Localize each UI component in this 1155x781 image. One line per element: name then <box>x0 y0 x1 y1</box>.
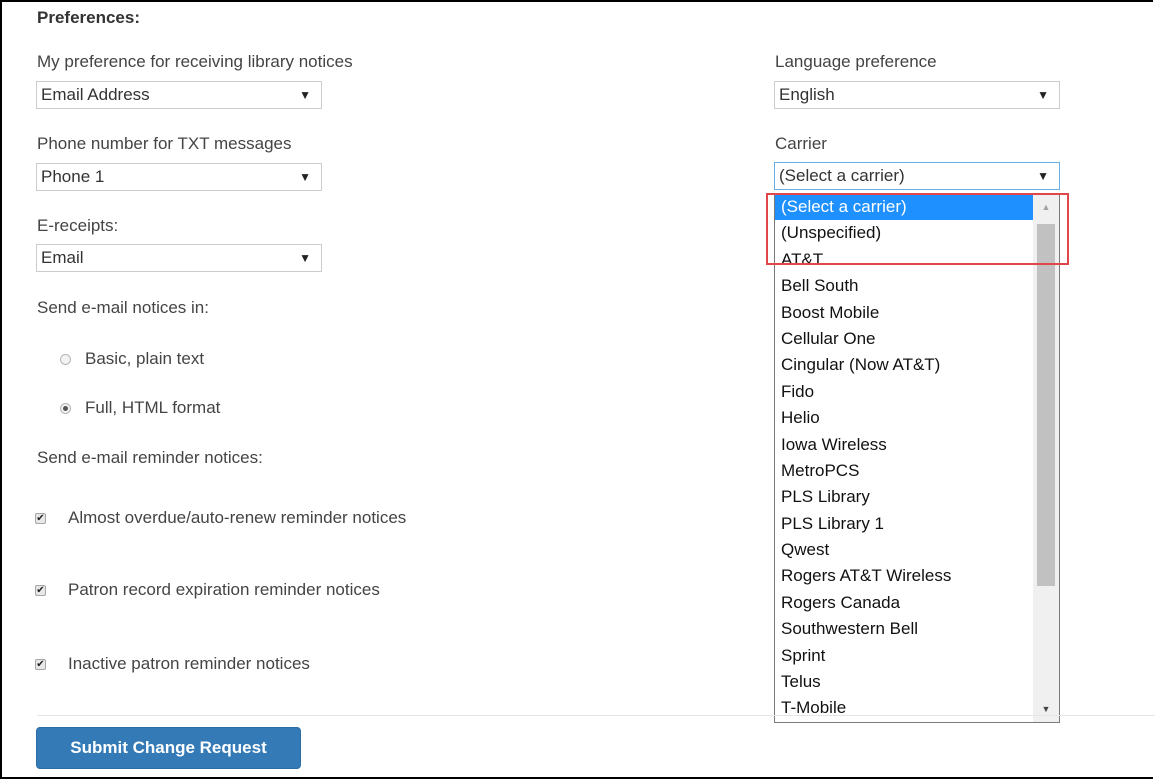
notice-preference-label: My preference for receiving library noti… <box>37 52 353 71</box>
carrier-option[interactable]: Cellular One <box>775 326 1059 352</box>
checkbox-expiration-reminder[interactable]: ✔ Patron record expiration reminder noti… <box>35 580 380 600</box>
submit-change-request-button[interactable]: Submit Change Request <box>36 727 301 769</box>
carrier-options: (Select a carrier) (Unspecified) AT&T Bell … <box>775 194 1059 722</box>
reminder-notices-label: Send e-mail reminder notices: <box>37 448 263 467</box>
carrier-option[interactable]: PLS Library <box>775 484 1059 510</box>
notice-preference-select[interactable]: Email Address ▼ <box>36 81 322 109</box>
checkbox-overdue-reminder[interactable]: ✔ Almost overdue/auto-renew reminder not… <box>35 508 406 528</box>
dropdown-arrow-icon: ▼ <box>1037 169 1049 183</box>
divider <box>37 715 1155 716</box>
carrier-option[interactable]: Boost Mobile <box>775 300 1059 326</box>
phone-txt-select[interactable]: Phone 1 ▼ <box>36 163 322 191</box>
phone-txt-label: Phone number for TXT messages <box>37 134 292 153</box>
scrollbar-thumb[interactable] <box>1037 224 1055 586</box>
dropdown-arrow-icon: ▼ <box>299 251 311 265</box>
carrier-option[interactable]: Helio <box>775 405 1059 431</box>
radio-button[interactable] <box>60 353 71 365</box>
dropdown-arrow-icon: ▼ <box>299 170 311 184</box>
ereceipts-label: E-receipts: <box>37 216 119 235</box>
highlight-box <box>766 193 1069 265</box>
carrier-option[interactable]: Fido <box>775 379 1059 405</box>
radio-basic-text-label: Basic, plain text <box>85 349 205 368</box>
preferences-heading: Preferences: <box>37 8 141 27</box>
carrier-option[interactable]: Rogers AT&T Wireless <box>775 563 1059 589</box>
radio-html-format[interactable]: Full, HTML format <box>60 398 220 418</box>
carrier-option[interactable]: Bell South <box>775 273 1059 299</box>
language-select[interactable]: English ▼ <box>774 81 1060 109</box>
radio-button[interactable] <box>60 402 71 414</box>
ereceipts-value: Email <box>41 248 84 267</box>
dropdown-arrow-icon: ▼ <box>299 88 311 102</box>
inactive-reminder-label: Inactive patron reminder notices <box>68 654 310 673</box>
carrier-option[interactable]: T-Mobile <box>775 695 1059 721</box>
checkbox-inactive-reminder[interactable]: ✔ Inactive patron reminder notices <box>35 654 310 674</box>
carrier-option[interactable]: Sprint <box>775 643 1059 669</box>
carrier-select[interactable]: (Select a carrier) ▼ <box>774 162 1060 190</box>
carrier-option[interactable]: PLS Library 1 <box>775 511 1059 537</box>
carrier-option[interactable]: Iowa Wireless <box>775 432 1059 458</box>
checkbox[interactable]: ✔ <box>35 512 46 524</box>
ereceipts-select[interactable]: Email ▼ <box>36 244 322 272</box>
carrier-option[interactable]: Qwest <box>775 537 1059 563</box>
carrier-label: Carrier <box>775 134 827 153</box>
carrier-option[interactable]: Telus <box>775 669 1059 695</box>
dropdown-arrow-icon: ▼ <box>1037 88 1049 102</box>
checkbox[interactable]: ✔ <box>35 584 46 596</box>
overdue-reminder-label: Almost overdue/auto-renew reminder notic… <box>68 508 407 527</box>
carrier-option[interactable]: Southwestern Bell <box>775 616 1059 642</box>
carrier-option[interactable]: Cingular (Now AT&T) <box>775 352 1059 378</box>
notice-preference-value: Email Address <box>41 85 150 104</box>
carrier-dropdown-list[interactable]: (Select a carrier) (Unspecified) AT&T Bell … <box>774 193 1060 723</box>
radio-basic-text[interactable]: Basic, plain text <box>60 349 204 369</box>
email-format-label: Send e-mail notices in: <box>37 298 209 317</box>
language-value: English <box>779 85 835 104</box>
checkbox[interactable]: ✔ <box>35 658 46 670</box>
phone-txt-value: Phone 1 <box>41 167 105 186</box>
expiration-reminder-label: Patron record expiration reminder notice… <box>68 580 380 599</box>
scrollbar[interactable]: ▲ ▼ <box>1033 194 1059 722</box>
carrier-value: (Select a carrier) <box>779 166 905 185</box>
language-preference-label: Language preference <box>775 52 937 71</box>
radio-html-format-label: Full, HTML format <box>85 398 221 417</box>
scroll-down-arrow-icon[interactable]: ▼ <box>1033 696 1059 722</box>
carrier-option[interactable]: Rogers Canada <box>775 590 1059 616</box>
carrier-option[interactable]: MetroPCS <box>775 458 1059 484</box>
